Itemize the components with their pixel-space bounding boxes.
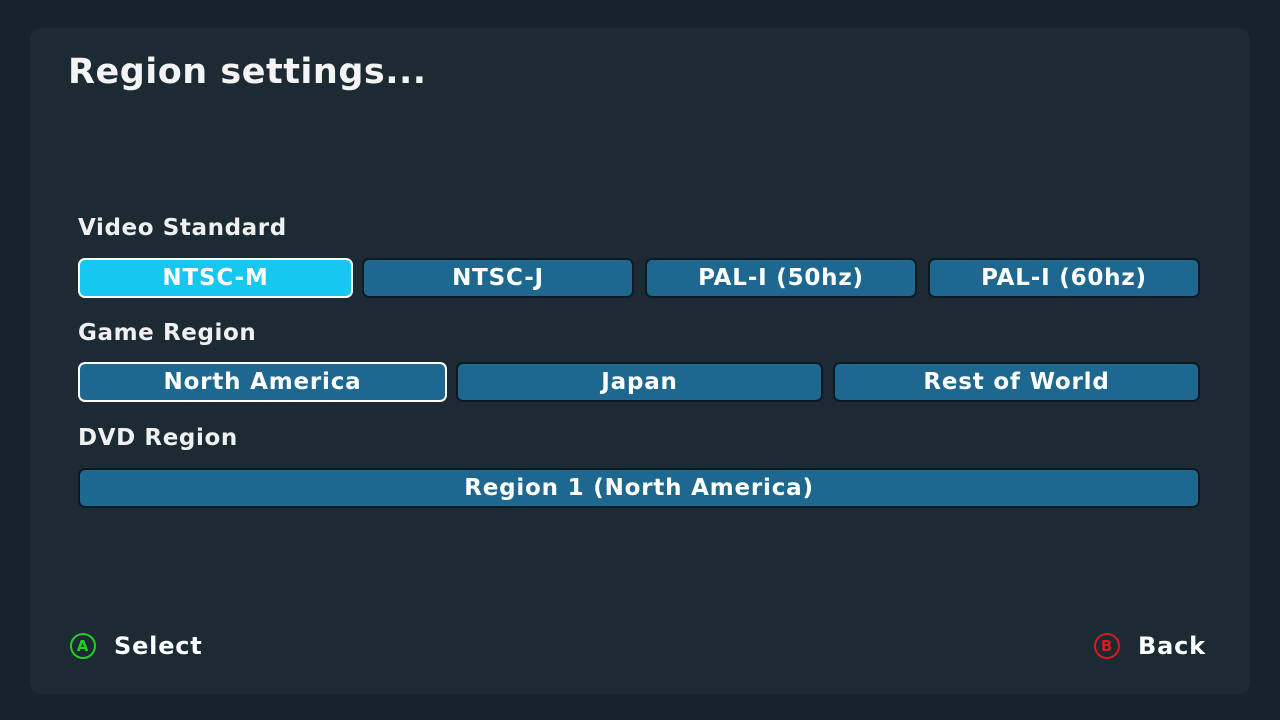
video-option-ntsc-j[interactable]: NTSC-J bbox=[362, 258, 634, 298]
game-region-north-america[interactable]: North America bbox=[78, 362, 447, 402]
settings-panel bbox=[30, 28, 1250, 694]
video-option-ntsc-m[interactable]: NTSC-M bbox=[78, 258, 353, 298]
page-title: Region settings... bbox=[68, 52, 427, 92]
video-option-pal-50hz[interactable]: PAL-I (50hz) bbox=[645, 258, 917, 298]
dvd-region-label: DVD Region bbox=[78, 425, 238, 451]
select-hint-label: Select bbox=[114, 632, 203, 660]
game-region-japan[interactable]: Japan bbox=[456, 362, 823, 402]
game-region-label: Game Region bbox=[78, 320, 257, 346]
a-button-icon: A bbox=[70, 633, 96, 659]
back-hint[interactable]: B Back bbox=[1094, 632, 1206, 660]
video-standard-label: Video Standard bbox=[78, 215, 287, 241]
select-hint[interactable]: A Select bbox=[70, 632, 203, 660]
game-region-rest-of-world[interactable]: Rest of World bbox=[833, 362, 1200, 402]
b-button-icon: B bbox=[1094, 633, 1120, 659]
dvd-region-selector[interactable]: Region 1 (North America) bbox=[78, 468, 1200, 508]
video-option-pal-60hz[interactable]: PAL-I (60hz) bbox=[928, 258, 1200, 298]
back-hint-label: Back bbox=[1138, 632, 1206, 660]
